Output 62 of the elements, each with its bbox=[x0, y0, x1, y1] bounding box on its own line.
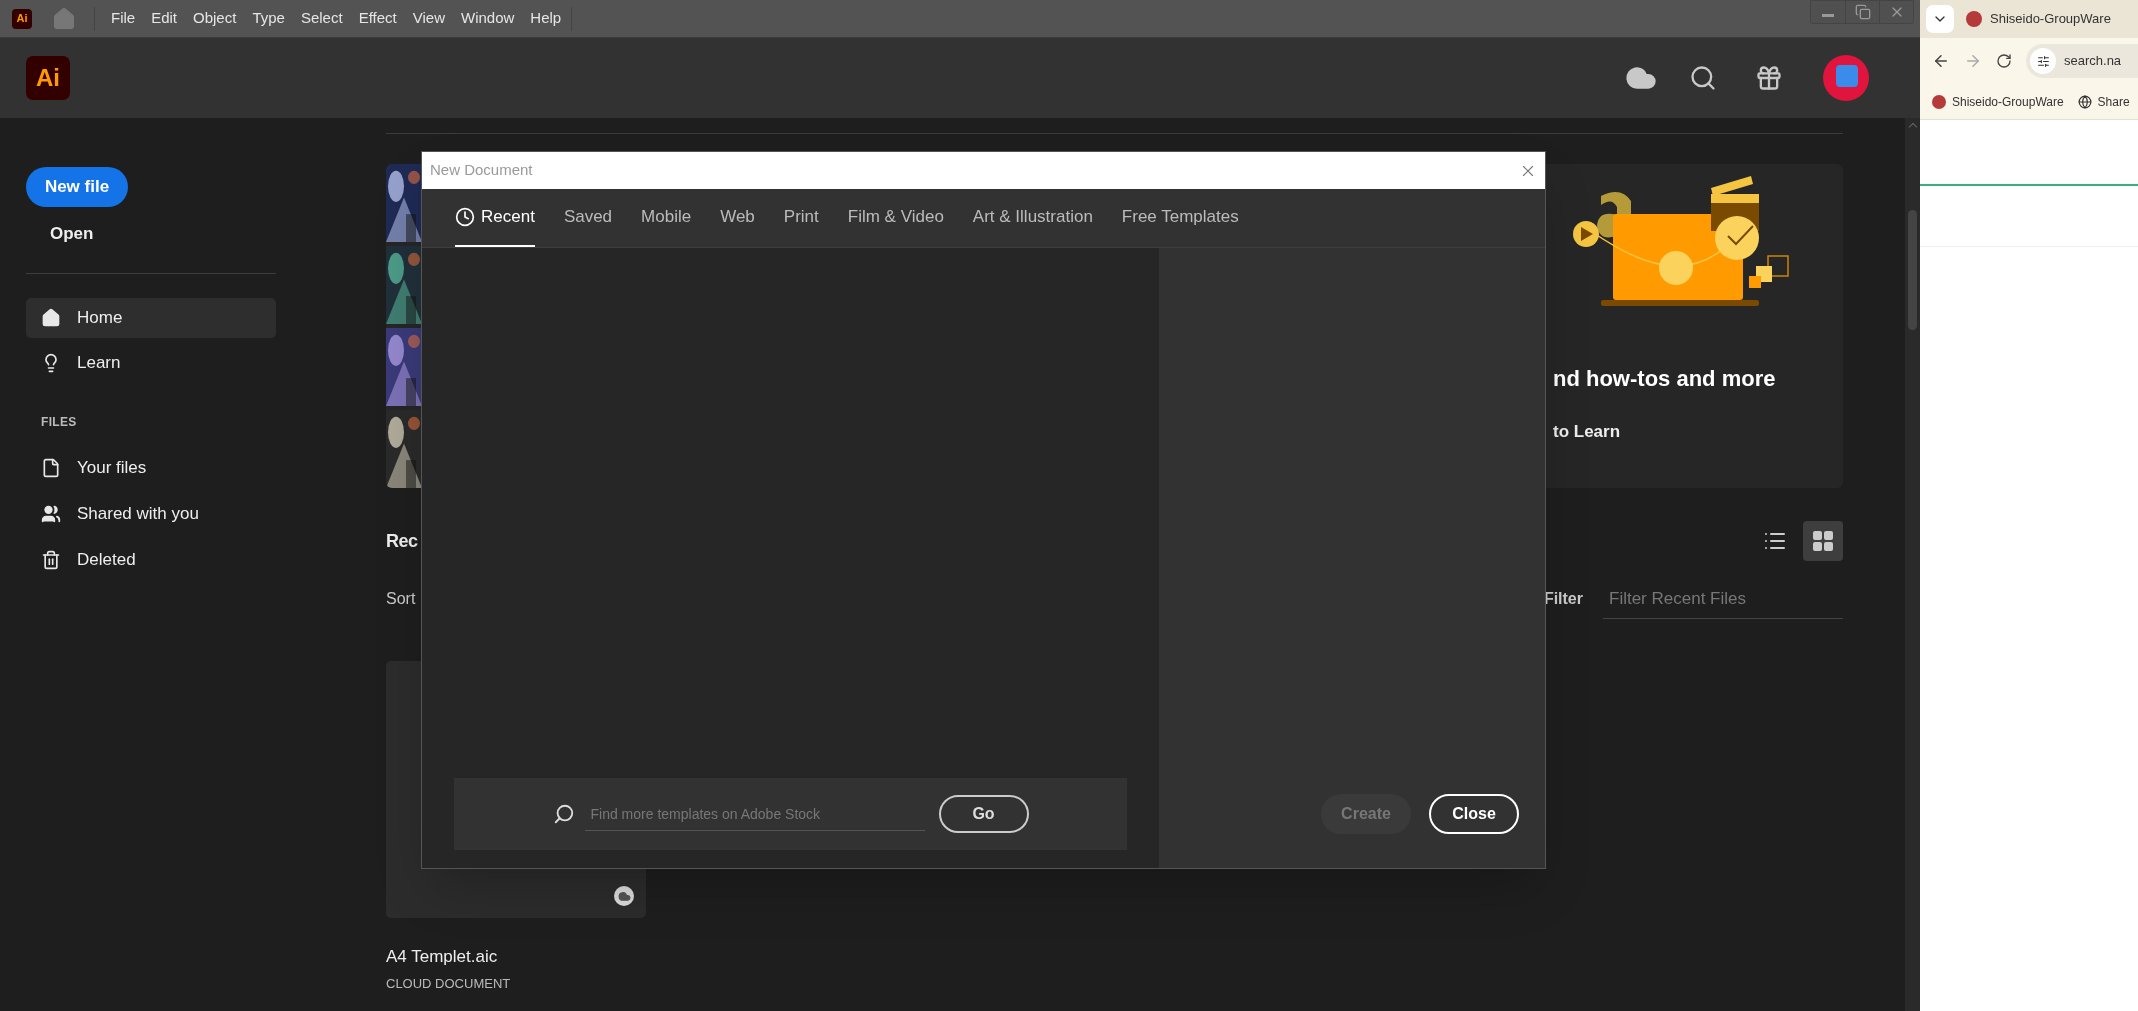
grid-icon bbox=[1811, 529, 1835, 553]
menu-item[interactable]: Type bbox=[244, 7, 293, 30]
filter-field[interactable]: Filter Recent Files bbox=[1603, 579, 1843, 619]
menu-item[interactable]: View bbox=[404, 7, 453, 30]
address-bar[interactable]: search.na bbox=[2026, 44, 2138, 78]
nav-item[interactable]: Shared with you bbox=[26, 494, 386, 534]
restore-icon bbox=[1854, 4, 1871, 20]
menu-item[interactable]: File bbox=[103, 7, 144, 30]
section-heading: FILES bbox=[41, 414, 78, 431]
gift-icon[interactable] bbox=[1755, 64, 1783, 92]
globe-icon bbox=[2077, 94, 2092, 109]
menu-item[interactable]: Effect bbox=[350, 7, 405, 30]
sort-label: Sort bbox=[386, 589, 416, 609]
dialog-tab[interactable]: Film & Video bbox=[847, 189, 944, 247]
app-logo: Ai bbox=[26, 56, 70, 100]
nav-item[interactable]: Deleted bbox=[26, 540, 386, 580]
site-icon bbox=[1932, 94, 1946, 109]
file-name: A4 Templet.aic bbox=[386, 946, 499, 968]
dialog-tab[interactable]: Art & Illustration bbox=[972, 189, 1093, 247]
menu-item[interactable]: Window bbox=[452, 7, 523, 30]
tab-list-button[interactable] bbox=[1926, 5, 1954, 33]
dialog-tab[interactable]: Mobile bbox=[641, 189, 692, 247]
section-title: Rec bbox=[386, 529, 418, 553]
bookmark[interactable]: Shiseido-GroupWare bbox=[1932, 92, 2064, 111]
scrollbar[interactable] bbox=[1905, 118, 1920, 1011]
file-icon bbox=[41, 458, 61, 478]
learn-link[interactable]: to Learn bbox=[1553, 419, 1843, 445]
dialog-button[interactable]: Close bbox=[1429, 794, 1519, 834]
clock-icon bbox=[455, 207, 475, 227]
cloud-icon bbox=[614, 886, 634, 906]
menu-item[interactable]: Help bbox=[522, 7, 570, 30]
open-button[interactable]: Open bbox=[50, 214, 94, 254]
trash-icon bbox=[41, 550, 61, 570]
dialog-tab[interactable]: Saved bbox=[563, 189, 613, 247]
reload-icon[interactable] bbox=[1996, 53, 2012, 69]
file-type: CLOUD DOCUMENT bbox=[386, 974, 512, 993]
nav-item[interactable]: Your files bbox=[26, 448, 386, 488]
minimize-icon bbox=[1822, 13, 1834, 17]
dialog-tab[interactable]: Print bbox=[783, 189, 819, 247]
nav-item[interactable]: Learn bbox=[26, 343, 276, 383]
site-icon bbox=[1966, 11, 1982, 27]
menu-item[interactable]: Select bbox=[292, 7, 351, 30]
app-icon[interactable]: Ai bbox=[12, 8, 32, 29]
home-icon bbox=[41, 308, 61, 328]
search-icon[interactable] bbox=[1689, 64, 1717, 92]
bookmark[interactable]: Share bbox=[2077, 92, 2130, 111]
back-icon[interactable] bbox=[1932, 52, 1950, 70]
avatar[interactable] bbox=[1823, 55, 1869, 101]
search-icon bbox=[552, 803, 575, 825]
dialog-tab[interactable]: Web bbox=[720, 189, 755, 247]
new-file-button[interactable]: New file bbox=[26, 167, 128, 207]
grid-view-button[interactable] bbox=[1803, 521, 1843, 561]
go-button[interactable]: Go bbox=[938, 795, 1029, 833]
people-icon bbox=[41, 504, 61, 524]
template-search-field[interactable]: Find more templates on Adobe Stock bbox=[584, 797, 925, 831]
dialog-tab[interactable]: Free Templates bbox=[1121, 189, 1239, 247]
menu-item[interactable]: Edit bbox=[143, 7, 186, 30]
menu-item[interactable]: Object bbox=[185, 7, 245, 30]
site-settings-icon[interactable] bbox=[2030, 48, 2056, 74]
dialog-title: New Document bbox=[430, 160, 533, 181]
hero-title: nd how-tos and more bbox=[1553, 365, 1777, 393]
nav-item[interactable]: Home bbox=[26, 298, 276, 338]
